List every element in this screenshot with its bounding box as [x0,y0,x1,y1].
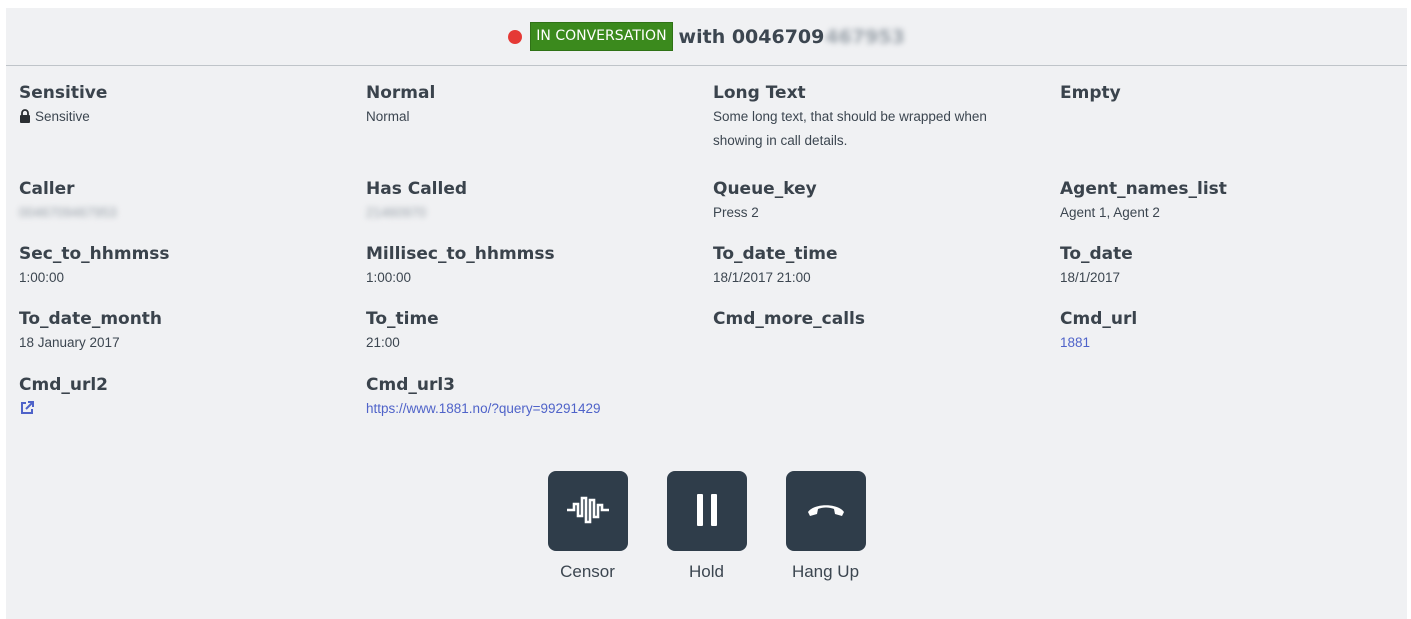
external-link-icon[interactable] [19,400,35,420]
hold-label: Hold [689,562,724,581]
field-value: 18/1/2017 21:00 [713,270,811,285]
field-agent-names-list: Agent_names_list Agent 1, Agent 2 [1060,178,1400,225]
field-to-date: To_date 18/1/2017 [1060,243,1400,290]
cmd-url-link[interactable]: 1881 [1060,331,1400,355]
field-label: Cmd_more_calls [713,309,865,329]
field-value: 0046709467953 [19,205,117,220]
field-label: Empty [1060,83,1121,103]
recording-dot [508,29,523,44]
field-value: Sensitive [19,105,359,131]
cmd-url3-link[interactable]: https://www.1881.no/?query=99291429 [366,397,706,421]
with-number-text: with 0046709 [678,25,825,48]
field-to-time: To_time 21:00 [366,308,706,355]
field-label: Millisec_to_hhmmss [366,244,555,264]
hangup-control: Hang Up [785,471,866,582]
field-label: Cmd_url [1060,309,1138,329]
field-label: Long Text [713,83,806,103]
field-value: 18 January 2017 [19,335,120,350]
sensitive-value: Sensitive [35,109,90,124]
field-value: 1:00:00 [19,270,65,285]
field-to-date-month: To_date_month 18 January 2017 [19,308,359,355]
field-cmd-url2: Cmd_url2 [19,374,359,420]
censor-label: Censor [560,562,615,581]
field-caller: Caller 0046709467953 [19,178,359,225]
field-label: Normal [366,83,436,103]
field-sensitive: Sensitive Sensitive [19,82,359,131]
phone-hangup-icon [806,501,846,522]
field-value: 1:00:00 [366,270,412,285]
field-cmd-url3: Cmd_url3 https://www.1881.no/?query=9929… [366,374,706,421]
call-status-header: IN CONVERSATION with 0046709 467953 [6,8,1407,66]
call-details-panel: IN CONVERSATION with 0046709 467953 Sens… [6,8,1407,619]
censor-control: Censor [547,471,628,582]
hold-button[interactable] [666,471,747,551]
field-value: 21:00 [366,335,400,350]
field-label: To_date_time [713,244,838,264]
lock-icon [19,107,31,131]
field-value: Normal [366,109,410,124]
field-label: To_time [366,309,439,329]
field-cmd-url: Cmd_url 1881 [1060,308,1400,355]
field-label: To_date_month [19,309,163,329]
field-value: Agent 1, Agent 2 [1060,205,1160,220]
pause-icon [695,493,719,530]
field-cmd-more-calls[interactable]: Cmd_more_calls [713,308,1053,330]
call-controls: Censor Hold Hang Up [6,471,1407,582]
field-has-called: Has Called 21460970 [366,178,706,225]
status-badge: IN CONVERSATION [530,22,673,51]
with-number-hidden: 467953 [825,25,905,48]
field-label: Has Called [366,179,468,199]
field-long-text: Long Text Some long text, that should be… [713,82,1053,153]
field-empty: Empty [1060,82,1400,104]
field-label: Caller [19,179,75,199]
hang-up-button[interactable] [785,471,866,551]
field-label: Cmd_url2 [19,375,109,395]
waveform-icon [565,495,611,528]
field-label: Agent_names_list [1060,179,1227,199]
field-sec-to-hhmmss: Sec_to_hhmmss 1:00:00 [19,243,359,290]
field-label: Queue_key [713,179,817,199]
field-queue-key: Queue_key Press 2 [713,178,1053,225]
hold-control: Hold [666,471,747,582]
field-value: 21460970 [366,205,427,220]
field-value: 18/1/2017 [1060,270,1121,285]
field-label: To_date [1060,244,1133,264]
field-millisec-to-hhmmss: Millisec_to_hhmmss 1:00:00 [366,243,706,290]
field-value: Press 2 [713,205,759,220]
field-label: Sec_to_hhmmss [19,244,170,264]
field-label: Cmd_url3 [366,375,456,395]
censor-button[interactable] [547,471,628,551]
field-value: Some long text, that should be wrapped w… [713,109,987,148]
field-to-date-time: To_date_time 18/1/2017 21:00 [713,243,1053,290]
hang-up-label: Hang Up [791,562,860,581]
field-label: Sensitive [19,83,108,103]
field-normal: Normal Normal [366,82,706,129]
